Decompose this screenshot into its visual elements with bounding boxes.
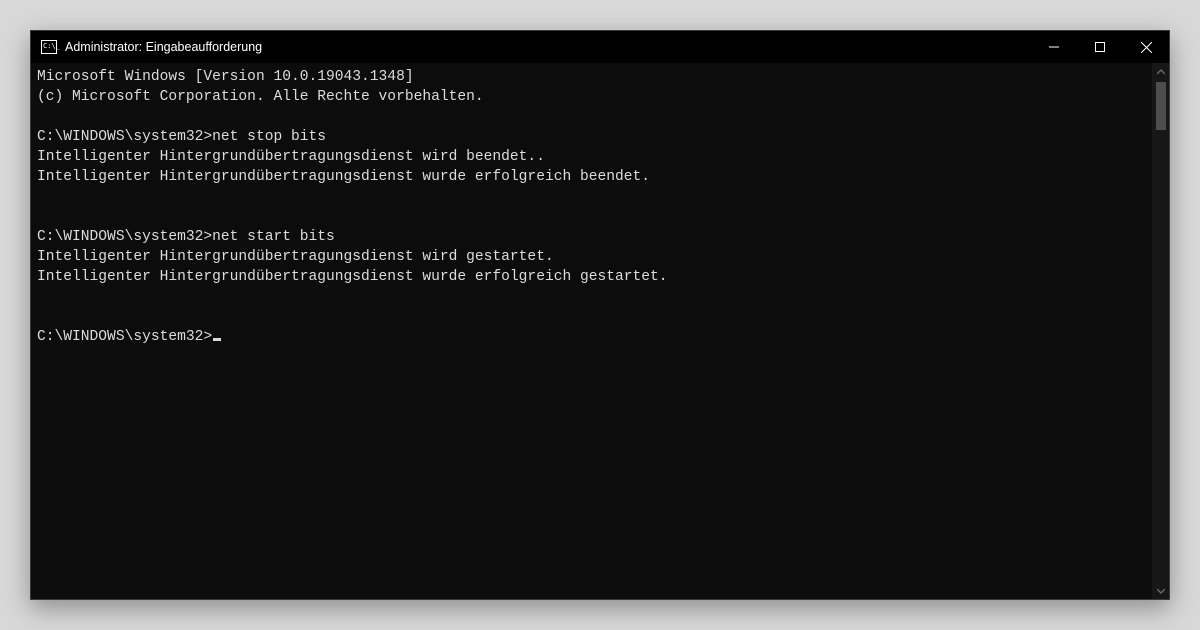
scroll-up-button[interactable] — [1152, 63, 1169, 80]
chevron-down-icon — [1157, 587, 1165, 595]
close-icon — [1141, 42, 1152, 53]
terminal-line: Intelligenter Hintergrundübertragungsdie… — [37, 147, 1163, 167]
blank-line — [37, 107, 1163, 127]
minimize-button[interactable] — [1031, 31, 1077, 63]
terminal-body[interactable]: Microsoft Windows [Version 10.0.19043.13… — [31, 63, 1169, 599]
blank-line — [37, 207, 1163, 227]
command-prompt-window: Administrator: Eingabeaufforderung Micro… — [30, 30, 1170, 600]
close-button[interactable] — [1123, 31, 1169, 63]
minimize-icon — [1049, 42, 1059, 52]
chevron-up-icon — [1157, 68, 1165, 76]
scrollbar-track-space — [1152, 130, 1169, 582]
terminal-line: (c) Microsoft Corporation. Alle Rechte v… — [37, 87, 1163, 107]
terminal-line: C:\WINDOWS\system32>net stop bits — [37, 127, 1163, 147]
scrollbar-thumb[interactable] — [1156, 82, 1166, 130]
terminal-line: Intelligenter Hintergrundübertragungsdie… — [37, 247, 1163, 267]
window-title: Administrator: Eingabeaufforderung — [65, 40, 262, 54]
scrollbar[interactable] — [1152, 63, 1169, 599]
maximize-icon — [1095, 42, 1105, 52]
terminal-line: Microsoft Windows [Version 10.0.19043.13… — [37, 67, 1163, 87]
maximize-button[interactable] — [1077, 31, 1123, 63]
terminal-line: C:\WINDOWS\system32>net start bits — [37, 227, 1163, 247]
cmd-icon — [41, 40, 57, 54]
titlebar[interactable]: Administrator: Eingabeaufforderung — [31, 31, 1169, 63]
terminal-line: Intelligenter Hintergrundübertragungsdie… — [37, 167, 1163, 187]
terminal-prompt: C:\WINDOWS\system32> — [37, 329, 212, 345]
blank-line — [37, 287, 1163, 307]
scroll-down-button[interactable] — [1152, 582, 1169, 599]
desktop-background: Administrator: Eingabeaufforderung Micro… — [0, 0, 1200, 630]
blank-line — [37, 187, 1163, 207]
terminal-prompt-line: C:\WINDOWS\system32> — [37, 327, 1163, 347]
window-controls — [1031, 31, 1169, 63]
terminal-line: Intelligenter Hintergrundübertragungsdie… — [37, 267, 1163, 287]
blank-line — [37, 307, 1163, 327]
cursor-icon — [213, 338, 221, 341]
